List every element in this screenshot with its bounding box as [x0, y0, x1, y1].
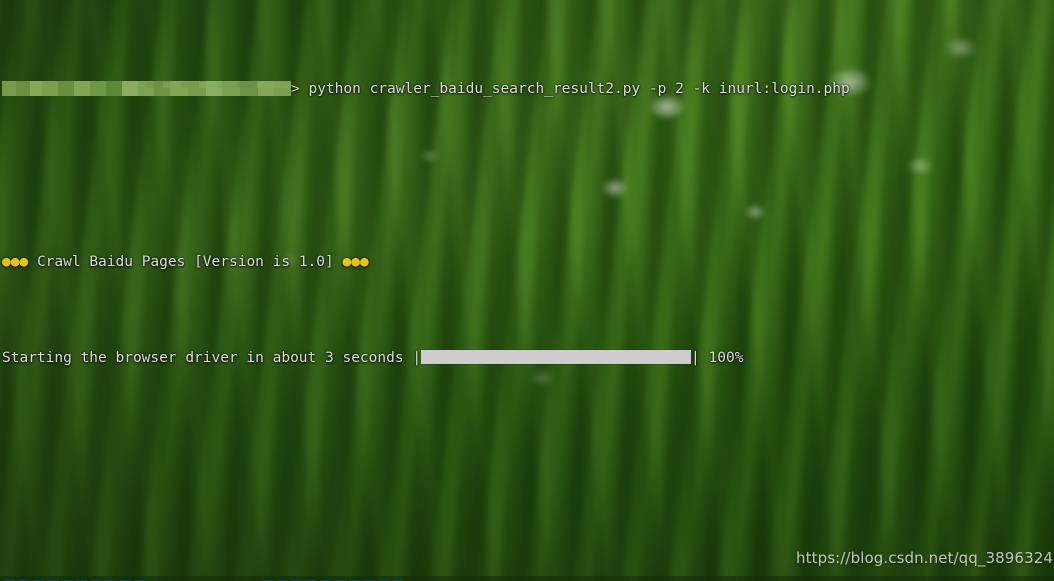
banner-line: ●●● Crawl Baidu Pages [Version is 1.0] ●… — [2, 253, 1054, 272]
banner-title: Crawl Baidu Pages [Version is 1.0] — [36, 253, 334, 270]
command-text: python crawler_baidu_search_result2.py -… — [308, 80, 850, 97]
terminal-output-area[interactable]: > python crawler_baidu_search_result2.py… — [0, 0, 1054, 581]
terminal-window[interactable]: > python crawler_baidu_search_result2.py… — [0, 0, 1054, 581]
progress-percent: 100% — [708, 349, 744, 366]
startup-progress-line: Starting the browser driver in about 3 s… — [2, 349, 1054, 368]
banner-dots-right-icon: ●●● — [342, 253, 369, 270]
spacer-row — [2, 157, 1054, 176]
spacer-row — [2, 483, 1054, 502]
censored-prompt-block-upper — [147, 81, 291, 88]
progress-right-pipe: | — [691, 349, 700, 366]
terminal-bottom-edge — [0, 576, 1054, 581]
sp — [28, 254, 37, 270]
progress-bar — [421, 349, 692, 364]
sp — [700, 350, 709, 366]
startup-message: Starting the browser driver in about 3 s… — [2, 349, 404, 366]
prompt-line: > python crawler_baidu_search_result2.py… — [2, 80, 1054, 99]
prompt-symbol: > — [291, 80, 300, 97]
sp — [404, 350, 413, 366]
banner-dots-left-icon: ●●● — [2, 253, 29, 270]
progress-left-pipe: | — [412, 349, 422, 366]
spacer-row — [2, 425, 1054, 444]
